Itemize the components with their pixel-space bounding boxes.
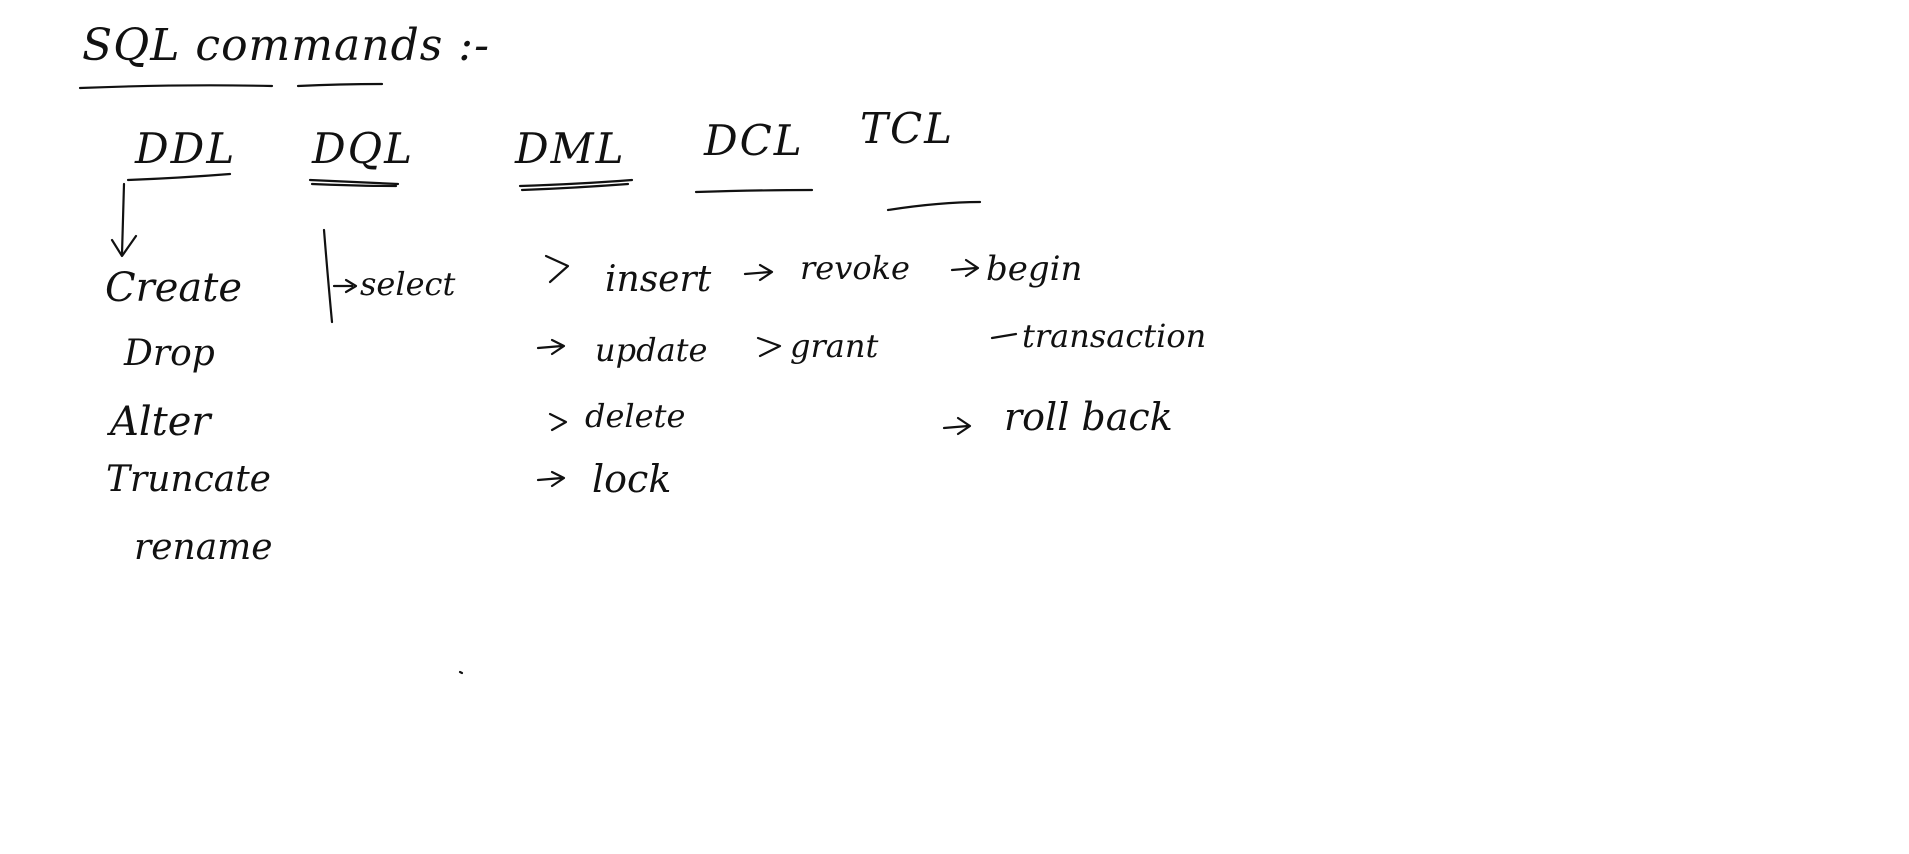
arrow-delete bbox=[548, 412, 568, 432]
ddl-item-truncate: Truncate bbox=[106, 459, 271, 500]
dml-item-lock: lock bbox=[592, 457, 672, 501]
dml-underline bbox=[518, 178, 634, 188]
stray-dot bbox=[458, 670, 464, 675]
dcl-item-grant: grant bbox=[790, 327, 879, 365]
tcl-underline bbox=[886, 200, 982, 212]
arrow-rollback bbox=[942, 416, 972, 436]
header-ddl: DDL bbox=[135, 124, 237, 173]
arrow-revoke bbox=[743, 263, 774, 282]
ddl-arrow-shaft bbox=[120, 182, 126, 256]
ddl-arrow-head bbox=[110, 234, 138, 258]
dml-item-update: update bbox=[595, 331, 708, 369]
dcl-underline bbox=[694, 188, 814, 194]
dql-item-select: select bbox=[360, 265, 456, 303]
dql-bracket bbox=[322, 228, 334, 324]
ddl-item-rename: rename bbox=[134, 527, 273, 568]
dml-item-insert: insert bbox=[605, 259, 712, 300]
tcl-item-begin: begin bbox=[986, 249, 1083, 289]
arrow-grant bbox=[756, 336, 782, 358]
title-underline-left bbox=[78, 84, 274, 90]
arrow-update bbox=[536, 338, 566, 356]
dml-underline-2 bbox=[520, 182, 630, 192]
handwritten-strokes bbox=[78, 82, 1018, 675]
header-dcl: DCL bbox=[704, 116, 804, 165]
arrow-lock bbox=[536, 470, 566, 488]
tcl-item-transaction: transaction bbox=[1022, 317, 1207, 355]
ddl-item-alter: Alter bbox=[110, 399, 211, 445]
title-underline-right bbox=[296, 82, 384, 88]
whiteboard-canvas: SQL commands :- DDL DQL DML DCL TCL Crea… bbox=[0, 0, 1909, 854]
header-dql: DQL bbox=[312, 124, 414, 173]
dql-underline bbox=[308, 178, 400, 186]
ddl-item-drop: Drop bbox=[124, 333, 215, 374]
arrow-begin bbox=[950, 258, 980, 278]
dql-underline-2 bbox=[310, 182, 398, 188]
tcl-item-roll-back: roll back bbox=[1004, 395, 1173, 439]
dml-item-delete: delete bbox=[585, 397, 686, 435]
ddl-underline bbox=[126, 172, 232, 182]
arrow-insert bbox=[544, 254, 570, 284]
dash-transaction bbox=[990, 332, 1018, 340]
header-dml: DML bbox=[515, 124, 626, 173]
header-tcl: TCL bbox=[860, 104, 955, 153]
ddl-item-create: Create bbox=[105, 265, 242, 311]
dcl-item-revoke: revoke bbox=[800, 249, 910, 287]
arrow-select bbox=[332, 278, 358, 294]
page-title: SQL commands :- bbox=[82, 20, 490, 71]
